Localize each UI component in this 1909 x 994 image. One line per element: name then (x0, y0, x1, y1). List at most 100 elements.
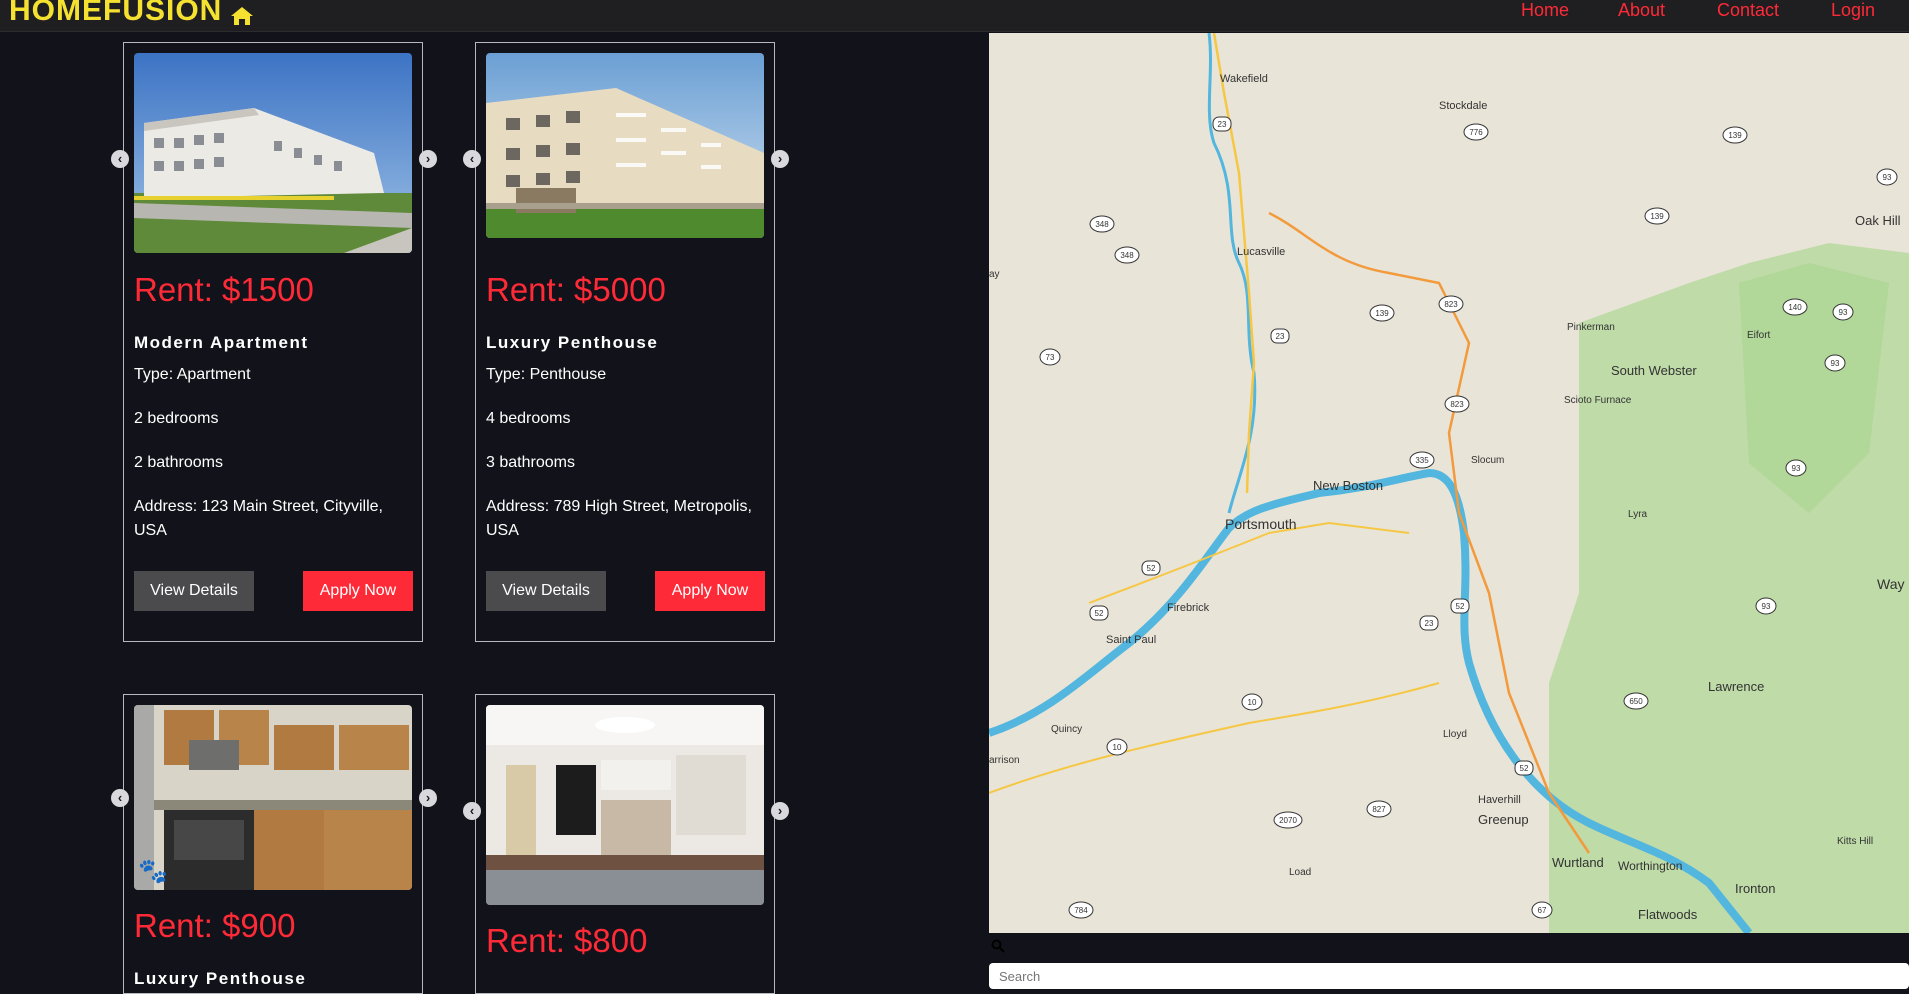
route-shield-label: 784 (1074, 906, 1088, 915)
map-place-label: Eifort (1747, 330, 1771, 341)
route-shield-label: 650 (1629, 697, 1643, 706)
listing-card: ‹ › Rent: $5000 Luxury Penthouse Type: P… (463, 42, 789, 642)
map-place-label: Way (1877, 576, 1904, 592)
route-shield-label: 140 (1788, 303, 1802, 312)
apply-now-button[interactable]: Apply Now (655, 571, 765, 611)
listing-title: Luxury Penthouse (134, 969, 307, 988)
route-shield-label: 139 (1650, 212, 1664, 221)
listing-photo (486, 53, 764, 238)
map-place-label: Portsmouth (1225, 516, 1297, 532)
route-shield-label: 23 (1218, 120, 1227, 129)
listing-card: 🐾 ‹ › Rent: $900 Luxury Penthouse (111, 694, 437, 994)
listing-address: Address: 789 High Street, Metropolis, US… (486, 498, 752, 539)
carousel-next-button[interactable]: › (419, 789, 437, 807)
route-shield-label: 52 (1456, 602, 1465, 611)
carousel-next-button[interactable]: › (419, 150, 437, 168)
listing-photo (134, 53, 412, 253)
map-place-label: Stockdale (1439, 100, 1487, 112)
route-shield-label: 348 (1095, 220, 1109, 229)
route-shield-label: 2070 (1279, 816, 1297, 825)
apply-now-button[interactable]: Apply Now (303, 571, 413, 611)
route-shield-label: 23 (1276, 332, 1285, 341)
map-view[interactable]: Wakefield Stockdale Oak Hill Lucasville … (989, 33, 1909, 933)
map-place-label: Lawrence (1708, 679, 1764, 694)
view-details-button[interactable]: View Details (134, 571, 254, 611)
route-shield-label: 335 (1415, 456, 1429, 465)
route-shield-label: 93 (1762, 602, 1771, 611)
map-place-label: Greenup (1478, 812, 1529, 827)
nav-login-link[interactable]: Login (1831, 0, 1875, 20)
map-place-label: Lyra (1628, 509, 1648, 520)
carousel-prev-button[interactable]: ‹ (111, 150, 129, 168)
listing-photo: 🐾 (134, 705, 412, 890)
route-shield-label: 52 (1095, 609, 1104, 618)
map-place-label: ay (989, 269, 1000, 280)
nav-contact-link[interactable]: Contact (1717, 0, 1779, 20)
route-shield-label: 52 (1147, 564, 1156, 573)
map-place-label: Lloyd (1443, 729, 1467, 740)
route-shield-label: 139 (1728, 131, 1742, 140)
brand-name: HOMEFUSION (9, 0, 223, 27)
paw-icon: 🐾 (138, 858, 168, 885)
map-place-label: Kitts Hill (1837, 836, 1873, 847)
route-shield-label: 67 (1538, 906, 1547, 915)
map-place-label: Lucasville (1237, 246, 1285, 258)
route-shield-label: 827 (1372, 805, 1386, 814)
map-place-label: Quincy (1051, 724, 1082, 735)
listing-bathrooms: 3 bathrooms (486, 454, 575, 471)
view-details-button[interactable]: View Details (486, 571, 606, 611)
carousel-next-button[interactable]: › (771, 150, 789, 168)
route-shield-label: 776 (1469, 128, 1483, 137)
listing-rent: Rent: $1500 (134, 271, 314, 308)
listing-title: Modern Apartment (134, 333, 309, 352)
listing-bathrooms: 2 bathrooms (134, 454, 223, 471)
listing-rent: Rent: $900 (134, 907, 296, 944)
map-place-label: Oak Hill (1855, 213, 1901, 228)
map-place-label: Wakefield (1220, 73, 1268, 85)
map-place-label: Scioto Furnace (1564, 395, 1632, 406)
route-shield-label: 10 (1113, 743, 1122, 752)
carousel-prev-button[interactable]: ‹ (111, 789, 129, 807)
map-place-label: Slocum (1471, 455, 1504, 466)
map-place-label: Haverhill (1478, 794, 1521, 806)
listing-rent: Rent: $800 (486, 922, 648, 959)
map-place-label: Firebrick (1167, 602, 1210, 614)
route-shield-label: 823 (1450, 400, 1464, 409)
listing-card: ‹ › Rent: $800 (463, 694, 789, 994)
carousel-next-button[interactable]: › (771, 802, 789, 820)
search-icon (991, 939, 1005, 958)
map-place-label: arrison (989, 755, 1020, 766)
map-place-label: Ironton (1735, 881, 1775, 896)
route-shield-label: 139 (1375, 309, 1389, 318)
map-place-label: New Boston (1313, 478, 1383, 493)
listing-bedrooms: 2 bedrooms (134, 410, 219, 427)
map-place-label: Pinkerman (1567, 322, 1615, 333)
search-input[interactable] (989, 963, 1909, 989)
listing-type: Type: Penthouse (486, 366, 607, 383)
route-shield-label: 823 (1444, 300, 1458, 309)
listing-address: Address: 123 Main Street, Cityville, USA (134, 498, 383, 539)
carousel-prev-button[interactable]: ‹ (463, 802, 481, 820)
listing-photo (486, 705, 764, 905)
route-shield-label: 23 (1425, 619, 1434, 628)
top-navbar: HOMEFUSION Home About Contact Login (0, 0, 1909, 32)
home-icon (230, 0, 254, 34)
route-shield-label: 52 (1520, 764, 1529, 773)
nav-home-link[interactable]: Home (1521, 0, 1569, 20)
map-place-label: Load (1289, 867, 1311, 878)
route-shield-label: 93 (1792, 464, 1801, 473)
map-place-label: Saint Paul (1106, 634, 1156, 646)
route-shield-label: 348 (1120, 251, 1134, 260)
map-place-label: Flatwoods (1638, 907, 1698, 922)
route-shield-label: 93 (1883, 173, 1892, 182)
brand-logo[interactable]: HOMEFUSION (9, 0, 254, 34)
carousel-prev-button[interactable]: ‹ (463, 150, 481, 168)
map-place-label: Wurtland (1552, 855, 1604, 870)
map-place-label: South Webster (1611, 363, 1697, 378)
listing-type: Type: Apartment (134, 366, 251, 383)
nav-about-link[interactable]: About (1618, 0, 1665, 20)
listing-title: Luxury Penthouse (486, 333, 659, 352)
listing-card: ‹ › Rent: $1500 Modern Apartment Type: A… (111, 42, 437, 642)
route-shield-label: 93 (1839, 308, 1848, 317)
listing-bedrooms: 4 bedrooms (486, 410, 571, 427)
